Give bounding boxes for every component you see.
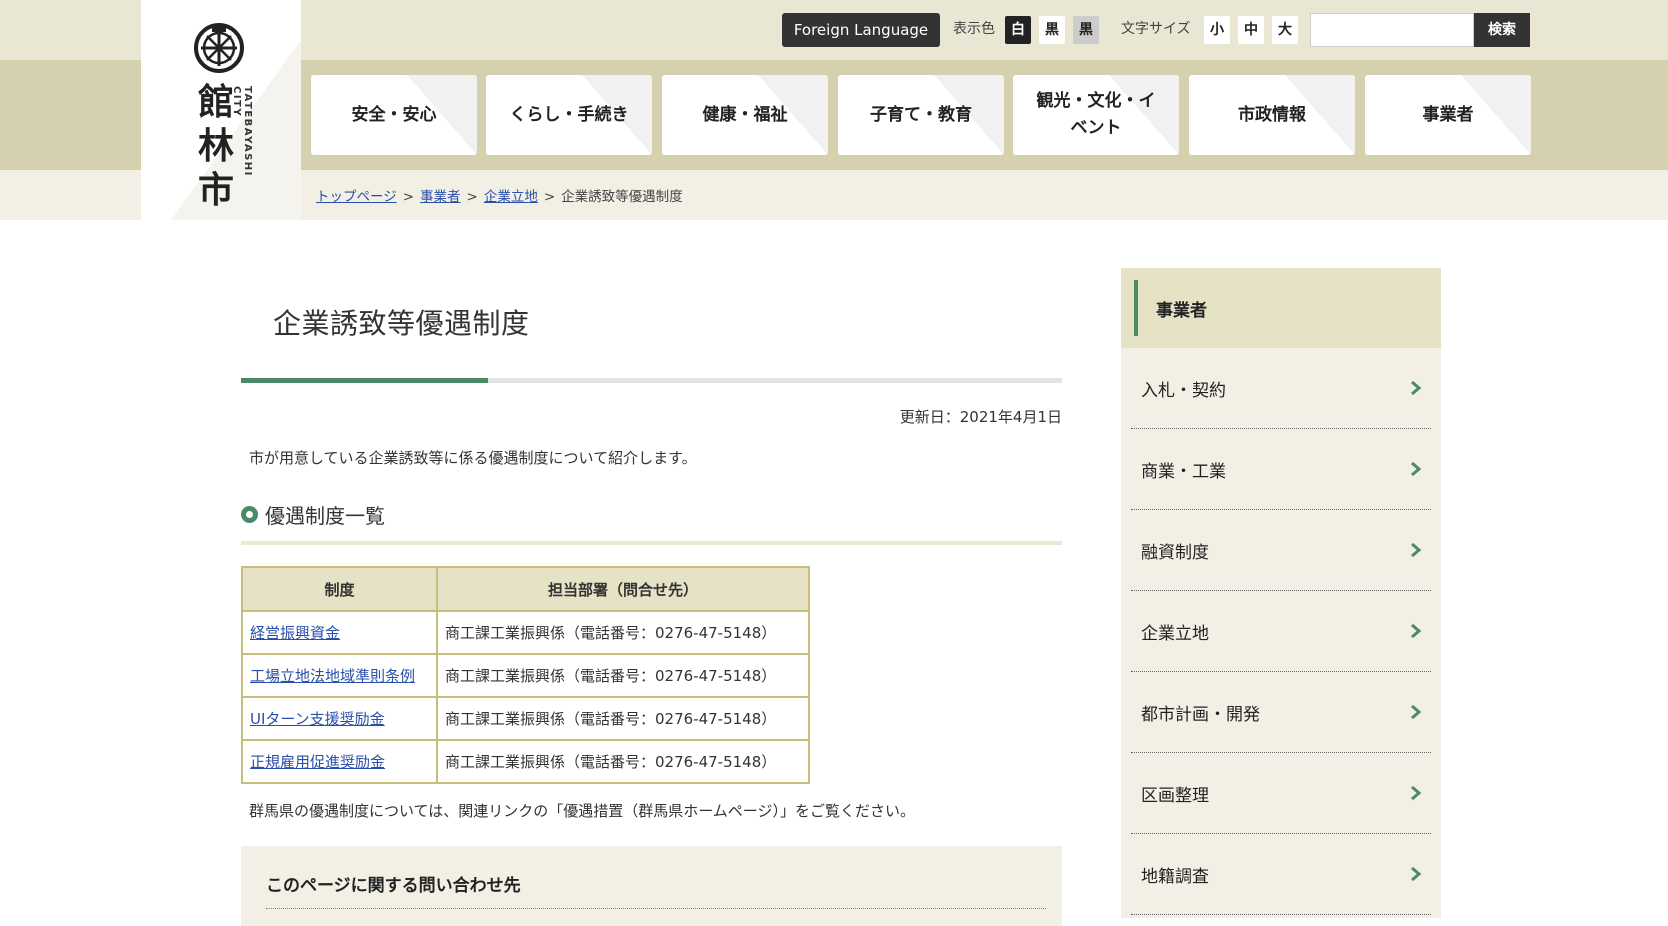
table-header-contact: 担当部署（問合せ先） bbox=[436, 566, 810, 612]
chevron-right-icon bbox=[1411, 542, 1422, 558]
sidebar-item-urban-planning[interactable]: 都市計画・開発 bbox=[1131, 672, 1431, 753]
table-cell-system: 工場立地法地域準則条例 bbox=[241, 653, 438, 698]
sidebar-heading-bar bbox=[1134, 280, 1138, 336]
display-color-gray-button[interactable]: 黒 bbox=[1073, 16, 1099, 44]
system-link[interactable]: 工場立地法地域準則条例 bbox=[250, 667, 415, 685]
logo-roman-text: TATEBAYASHI CITY bbox=[231, 86, 253, 177]
breadcrumb-link-location[interactable]: 企業立地 bbox=[484, 189, 538, 205]
system-link[interactable]: 正規雇用促進奨励金 bbox=[250, 753, 385, 771]
chevron-right-icon bbox=[1411, 866, 1422, 882]
sidebar-heading: 事業者 bbox=[1121, 268, 1441, 348]
section-heading: 優遇制度一覧 bbox=[241, 498, 1062, 538]
site-logo[interactable]: 館 林 市 TATEBAYASHI CITY bbox=[141, 0, 301, 220]
breadcrumb-separator: > bbox=[466, 189, 478, 205]
sidebar-item-label: 商業・工業 bbox=[1141, 462, 1226, 482]
display-color-black-button[interactable]: 黒 bbox=[1039, 16, 1065, 44]
table-cell-contact: 商工課工業振興係（電話番号：0276-47-5148） bbox=[436, 610, 810, 655]
global-nav: 安全・安心 くらし・手続き 健康・福祉 子育て・教育 観光・文化・イベント 市政… bbox=[311, 75, 1531, 155]
nav-health[interactable]: 健康・福祉 bbox=[662, 75, 828, 155]
nav-business[interactable]: 事業者 bbox=[1365, 75, 1531, 155]
contact-title: このページに関する問い合わせ先 bbox=[266, 876, 521, 896]
sidebar-item-cadastral[interactable]: 地籍調査 bbox=[1131, 834, 1431, 915]
breadcrumb-link-top[interactable]: トップページ bbox=[316, 189, 397, 205]
breadcrumb-link-business[interactable]: 事業者 bbox=[420, 189, 461, 205]
search-button[interactable]: 検索 bbox=[1474, 13, 1530, 47]
intro-text: 市が用意している企業誘致等に係る優遇制度について紹介します。 bbox=[249, 449, 697, 467]
logo-kanji-char: 市 bbox=[197, 169, 234, 211]
sidebar-item-label: 入札・契約 bbox=[1141, 381, 1226, 401]
page-title: 企業誘致等優遇制度 bbox=[273, 307, 530, 340]
table-cell-system: 正規雇用促進奨励金 bbox=[241, 739, 438, 784]
sidebar-item-label: 区画整理 bbox=[1141, 786, 1209, 806]
nav-safety[interactable]: 安全・安心 bbox=[311, 75, 477, 155]
sidebar-item-commerce[interactable]: 商業・工業 bbox=[1131, 429, 1431, 510]
sidebar-item-location[interactable]: 企業立地 bbox=[1131, 591, 1431, 672]
chevron-right-icon bbox=[1411, 623, 1422, 639]
table-cell-system: 経営振興資金 bbox=[241, 610, 438, 655]
chevron-right-icon bbox=[1411, 785, 1422, 801]
city-emblem-icon bbox=[194, 23, 244, 73]
nav-label: 安全・安心 bbox=[351, 104, 437, 125]
nav-label: 健康・福祉 bbox=[702, 104, 788, 125]
table-row: 工場立地法地域準則条例 商工課工業振興係（電話番号：0276-47-5148） bbox=[241, 653, 810, 698]
title-underline-accent bbox=[241, 378, 488, 383]
heading-bullet-icon bbox=[241, 506, 258, 523]
sidebar-item-financing[interactable]: 融資制度 bbox=[1131, 510, 1431, 591]
table-header-row: 制度 担当部署（問合せ先） bbox=[241, 566, 810, 612]
search-input[interactable] bbox=[1310, 13, 1474, 47]
system-link[interactable]: UIターン支援奨励金 bbox=[250, 710, 385, 728]
table-cell-contact: 商工課工業振興係（電話番号：0276-47-5148） bbox=[436, 696, 810, 741]
table-cell-contact: 商工課工業振興係（電話番号：0276-47-5148） bbox=[436, 653, 810, 698]
sidebar-item-label: 融資制度 bbox=[1141, 543, 1209, 563]
title-underline bbox=[241, 378, 1062, 383]
section-heading-text: 優遇制度一覧 bbox=[265, 504, 385, 528]
sidebar-item-bidding[interactable]: 入札・契約 bbox=[1131, 348, 1431, 429]
updated-date: 更新日：2021年4月1日 bbox=[899, 408, 1062, 426]
breadcrumb-separator: > bbox=[402, 189, 415, 205]
incentive-table: 制度 担当部署（問合せ先） 経営振興資金 商工課工業振興係（電話番号：0276-… bbox=[241, 566, 810, 784]
nav-label: くらし・手続き bbox=[509, 104, 629, 125]
sidebar-item-label: 地籍調査 bbox=[1141, 867, 1209, 887]
sidebar-item-label: 都市計画・開発 bbox=[1141, 705, 1260, 725]
prefecture-note: 群馬県の優遇制度については、関連リンクの「優遇措置（群馬県ホームページ）」をご覧… bbox=[249, 802, 916, 820]
system-link[interactable]: 経営振興資金 bbox=[250, 624, 340, 642]
font-size-large-button[interactable]: 大 bbox=[1272, 16, 1298, 44]
nav-education[interactable]: 子育て・教育 bbox=[838, 75, 1004, 155]
breadcrumb-current: 企業誘致等優遇制度 bbox=[561, 189, 683, 205]
sidebar: 事業者 入札・契約 商業・工業 融資制度 企業立地 都市計画・開発 区画整理 地… bbox=[1121, 268, 1441, 918]
font-size-small-button[interactable]: 小 bbox=[1204, 16, 1230, 44]
table-cell-contact: 商工課工業振興係（電話番号：0276-47-5148） bbox=[436, 739, 810, 784]
table-row: 正規雇用促進奨励金 商工課工業振興係（電話番号：0276-47-5148） bbox=[241, 739, 810, 784]
nav-tourism[interactable]: 観光・文化・イベント bbox=[1013, 75, 1179, 155]
nav-label: 子育て・教育 bbox=[870, 104, 972, 125]
sidebar-heading-text: 事業者 bbox=[1156, 301, 1207, 321]
contact-box: このページに関する問い合わせ先 bbox=[241, 846, 1062, 926]
chevron-right-icon bbox=[1411, 704, 1422, 720]
site-header: 館 林 市 TATEBAYASHI CITY Foreign Language … bbox=[0, 0, 1668, 220]
font-size-medium-button[interactable]: 中 bbox=[1238, 16, 1264, 44]
sidebar-item-label: 企業立地 bbox=[1141, 624, 1209, 644]
table-header-system: 制度 bbox=[241, 566, 438, 612]
breadcrumb: トップページ > 事業者 > 企業立地 > 企業誘致等優遇制度 bbox=[316, 185, 683, 205]
nav-living[interactable]: くらし・手続き bbox=[486, 75, 652, 155]
section-heading-rule bbox=[241, 541, 1062, 545]
table-row: 経営振興資金 商工課工業振興係（電話番号：0276-47-5148） bbox=[241, 610, 810, 655]
display-color-white-button[interactable]: 白 bbox=[1005, 16, 1031, 44]
foreign-language-button[interactable]: Foreign Language bbox=[782, 13, 940, 47]
font-size-label: 文字サイズ bbox=[1121, 21, 1191, 37]
chevron-right-icon bbox=[1411, 380, 1422, 396]
display-color-label: 表示色 bbox=[953, 21, 995, 37]
table-cell-system: UIターン支援奨励金 bbox=[241, 696, 438, 741]
sidebar-item-land-readjustment[interactable]: 区画整理 bbox=[1131, 753, 1431, 834]
nav-label: 市政情報 bbox=[1238, 104, 1306, 125]
logo-kanji-char: 林 bbox=[197, 125, 234, 167]
breadcrumb-separator: > bbox=[543, 189, 556, 205]
nav-label: 観光・文化・イベント bbox=[1036, 91, 1156, 138]
chevron-right-icon bbox=[1411, 461, 1422, 477]
nav-label: 事業者 bbox=[1422, 104, 1474, 125]
nav-city-info[interactable]: 市政情報 bbox=[1189, 75, 1355, 155]
table-row: UIターン支援奨励金 商工課工業振興係（電話番号：0276-47-5148） bbox=[241, 696, 810, 741]
